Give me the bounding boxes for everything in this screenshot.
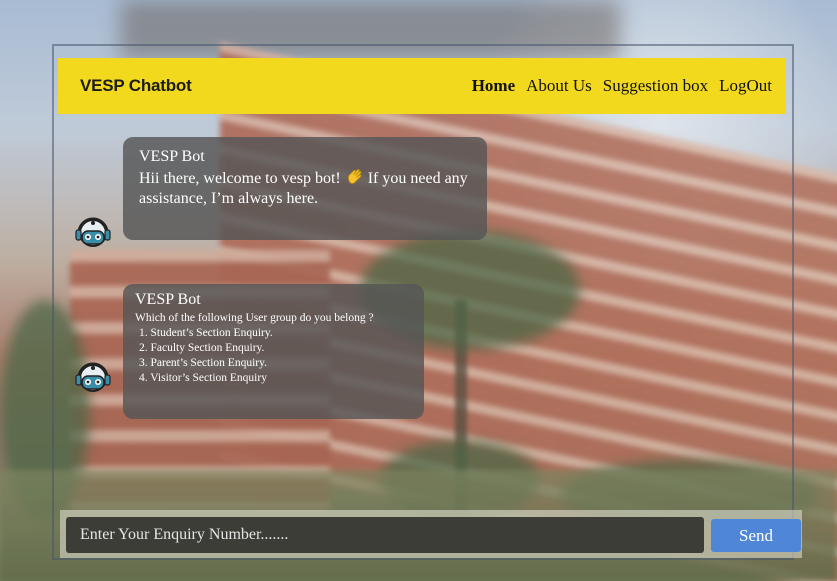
message-prompt: Which of the following User group do you…	[135, 312, 374, 324]
bot-message-bubble: VESP Bot Which of the following User gro…	[123, 284, 424, 419]
nav-about-link[interactable]: About Us	[526, 76, 592, 96]
nav-links: Home About Us Suggestion box LogOut	[472, 76, 772, 96]
nav-logout-link[interactable]: LogOut	[719, 76, 772, 96]
bot-avatar-icon	[74, 356, 112, 396]
nav-suggestion-link[interactable]: Suggestion box	[603, 76, 708, 96]
message-text-part: Hii there, welcome to vesp bot!	[139, 170, 341, 187]
send-button[interactable]: Send	[711, 519, 801, 552]
options-list: 1. Student’s Section Enquiry. 2. Faculty…	[135, 326, 412, 386]
message-sender: VESP Bot	[139, 148, 205, 165]
nav-home-link[interactable]: Home	[472, 76, 515, 96]
waving-hand-icon	[345, 167, 364, 186]
option-item: 3. Parent’s Section Enquiry.	[139, 357, 267, 369]
option-item: 2. Faculty Section Enquiry.	[139, 342, 265, 354]
brand-title: VESP Chatbot	[80, 76, 192, 95]
message-sender: VESP Bot	[135, 291, 201, 308]
navbar: VESP Chatbot Home About Us Suggestion bo…	[58, 58, 786, 114]
bot-message-bubble: VESP Bot Hii there, welcome to vesp bot!…	[123, 137, 487, 240]
message-text: Hii there, welcome to vesp bot! If you n…	[139, 167, 471, 209]
option-item: 1. Student’s Section Enquiry.	[139, 327, 273, 339]
option-item: 4. Visitor’s Section Enquiry	[139, 372, 267, 384]
bot-avatar-icon	[74, 211, 112, 251]
enquiry-input[interactable]	[66, 517, 704, 553]
